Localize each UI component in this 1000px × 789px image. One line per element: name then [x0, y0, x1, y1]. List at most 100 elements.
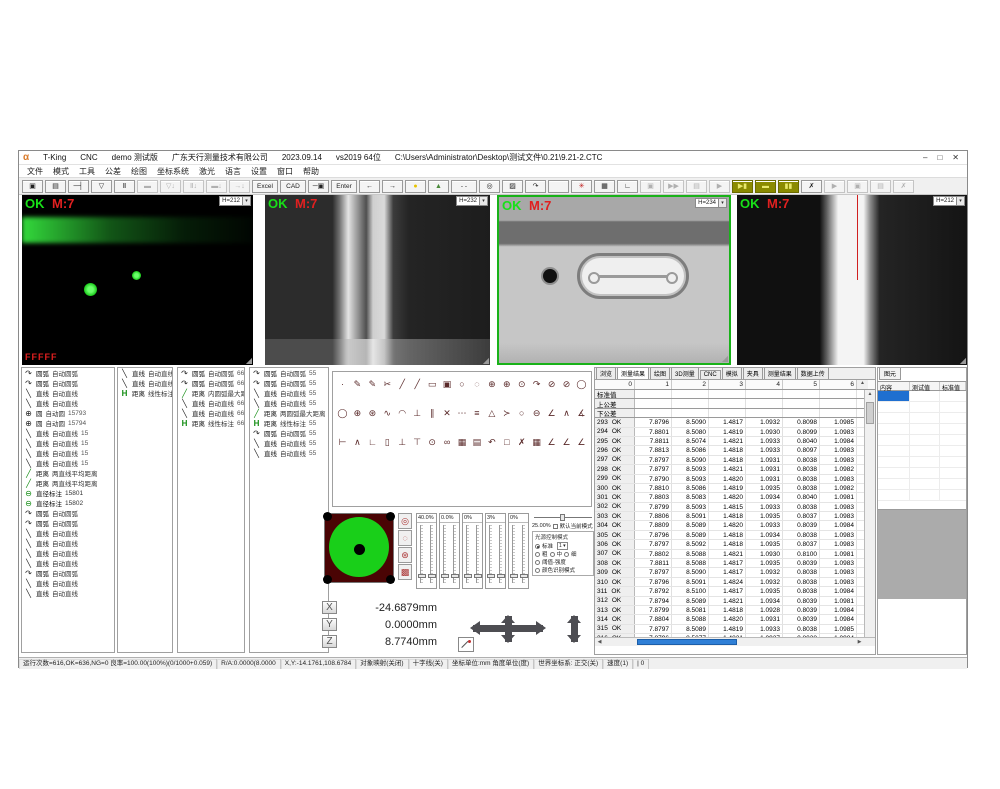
radio-color[interactable]	[535, 568, 540, 573]
light-slider[interactable]	[453, 525, 456, 583]
table-row[interactable]: 310OK 7.8796 8.5091 1.4824 1.0932 0.8038…	[595, 578, 875, 587]
ring-light-icon[interactable]: ⊛	[398, 547, 412, 563]
default-mode-checkbox[interactable]	[553, 524, 558, 529]
list-item[interactable]: 直线自动直线34	[118, 368, 172, 378]
tool-icon[interactable]: ✎	[352, 378, 363, 390]
list-item[interactable]: 直线自动直线34	[118, 378, 172, 388]
list-item[interactable]: 直线自动直线15	[22, 458, 114, 468]
toolbar-button[interactable]: ▦	[594, 180, 615, 193]
tool-icon[interactable]: △	[486, 407, 497, 419]
chevron-down-icon[interactable]: ▾	[479, 197, 487, 205]
chevron-down-icon[interactable]: ▾	[242, 197, 250, 205]
maximize-button[interactable]: □	[937, 153, 942, 162]
tool-icon[interactable]: ▤	[471, 436, 482, 448]
list-item[interactable]: 直径标注15802	[22, 498, 114, 508]
tool-icon[interactable]: ∠	[576, 436, 587, 448]
close-button[interactable]: ✕	[952, 153, 959, 162]
level-select[interactable]: 1 ▾	[557, 542, 568, 550]
table-row[interactable]: 296OK 7.8813 8.5086 1.4818 1.0933 0.8097…	[595, 446, 875, 455]
slider-thumb[interactable]	[428, 574, 436, 578]
tool-icon[interactable]: ✗	[516, 436, 527, 448]
slider-thumb[interactable]	[464, 574, 472, 578]
toolbar-button[interactable]: ▶	[709, 180, 730, 193]
table-row[interactable]: 307OK 7.8802 8.5088 1.4821 1.0930 0.8100…	[595, 550, 875, 559]
tool-icon[interactable]: ✎	[367, 378, 378, 390]
list-item[interactable]: 直线自动直线15	[22, 428, 114, 438]
toolbar-button[interactable]: ▣	[847, 180, 868, 193]
toolbar-button[interactable]: ▮▮	[778, 180, 799, 193]
selected-cell[interactable]	[878, 391, 910, 401]
camera-view-3-selected[interactable]: OK M:7 H=234▾ ◢	[497, 195, 731, 365]
slider-thumb[interactable]	[441, 574, 449, 578]
slider-thumb[interactable]	[451, 574, 459, 578]
toolbar-button[interactable]: Ⅱ↓	[183, 180, 204, 193]
tool-icon[interactable]: ✕	[442, 407, 453, 419]
menu-item[interactable]: 公差	[105, 166, 121, 177]
resize-grip-icon[interactable]: ◢	[483, 356, 489, 365]
camera-height-select[interactable]: H=212▾	[933, 196, 965, 206]
toolbar-button[interactable]: ▨	[502, 180, 523, 193]
table-row[interactable]: 308OK 7.8811 8.5088 1.4817 1.0935 0.8039…	[595, 559, 875, 568]
list-item[interactable]: 圆弧自动圆弧66	[178, 378, 244, 388]
camera-height-select[interactable]: H=232▾	[456, 196, 488, 206]
results-tab[interactable]: 模拟	[722, 367, 742, 379]
table-row[interactable]: 313OK 7.8799 8.5081 1.4818 1.0928 0.8039…	[595, 606, 875, 615]
table-spec-row[interactable]: 标准值	[595, 390, 875, 399]
scroll-up-icon[interactable]: ▲	[865, 390, 875, 399]
camera-view-1[interactable]: OK M:7 H=212▾ FFFFF ◢	[22, 195, 253, 365]
table-row[interactable]: 299OK 7.8790 8.5093 1.4820 1.0931 0.8038…	[595, 475, 875, 484]
light-slider[interactable]	[430, 525, 433, 583]
menu-item[interactable]: 设置	[251, 166, 267, 177]
tool-icon[interactable]: ≻	[501, 407, 512, 419]
camera-view-2[interactable]: OK M:7 H=232▾ ◢	[265, 195, 490, 365]
list-item[interactable]: 距离两直线平均距离	[22, 478, 114, 488]
toolbar-button[interactable]: ▲	[428, 180, 449, 193]
toolbar-button[interactable]: ▣	[22, 180, 43, 193]
table-row[interactable]: 295OK 7.8811 8.5074 1.4821 1.0933 0.8040…	[595, 437, 875, 446]
toolbar-button[interactable]: ▤	[686, 180, 707, 193]
tool-icon[interactable]: ⊖	[531, 407, 542, 419]
tool-icon[interactable]: ⊥	[397, 436, 408, 448]
toolbar-button[interactable]: ▶	[824, 180, 845, 193]
joystick-pad[interactable]	[324, 513, 394, 583]
list-item[interactable]: 圆弧自动圆弧	[22, 368, 114, 378]
minimize-button[interactable]: –	[923, 153, 927, 162]
tool-icon[interactable]: ∞	[442, 436, 453, 448]
menu-item[interactable]: 绘图	[131, 166, 147, 177]
results-tab[interactable]: 测量结果	[764, 367, 796, 379]
tool-icon[interactable]: ⋯	[457, 407, 468, 419]
list-item[interactable]: 圆弧自动圆弧	[22, 378, 114, 388]
tool-icon[interactable]: ╱	[397, 378, 408, 390]
toolbar-button[interactable]: ▶▶	[663, 180, 684, 193]
scrollbar-thumb[interactable]	[637, 639, 737, 645]
results-tab[interactable]: 3D测量	[671, 367, 699, 379]
tool-icon[interactable]: ◠	[397, 407, 408, 419]
list-item[interactable]: 直线自动直线	[22, 578, 114, 588]
list-item[interactable]: 圆弧自动圆弧	[22, 518, 114, 528]
tool-icon[interactable]: ⊘	[546, 378, 557, 390]
menu-item[interactable]: 激光	[199, 166, 215, 177]
table-spec-row[interactable]: 上公差	[595, 399, 875, 408]
tool-icon[interactable]: ▭	[427, 378, 438, 390]
list-item[interactable]: 距离线性标注55	[250, 418, 328, 428]
scrollbar-thumb[interactable]	[866, 402, 874, 424]
list-item[interactable]: 圆自动圆15793	[22, 408, 114, 418]
list-item[interactable]: 距离线性标注66	[178, 418, 244, 428]
ring-light-icon[interactable]: ◎	[398, 513, 412, 529]
toolbar-button[interactable]: →	[382, 180, 403, 193]
list-item[interactable]: 圆弧自动圆弧66	[178, 368, 244, 378]
toolbar-button[interactable]	[548, 180, 569, 193]
toolbar-button[interactable]: ✳	[571, 180, 592, 193]
scroll-right-icon[interactable]: ▶	[855, 638, 864, 646]
list-item[interactable]: 直线自动直线	[22, 398, 114, 408]
tool-icon[interactable]: ∠	[546, 407, 557, 419]
radio-standard[interactable]	[535, 544, 540, 549]
radio-coarse[interactable]	[535, 552, 540, 557]
jog-z-arrow[interactable]	[571, 616, 578, 642]
toolbar-button[interactable]: ▬↓	[206, 180, 227, 193]
tool-icon[interactable]: ↶	[486, 436, 497, 448]
list-item[interactable]: 直线自动直线66	[178, 398, 244, 408]
chevron-down-icon[interactable]: ▾	[956, 197, 964, 205]
results-tab[interactable]: 绘图	[650, 367, 670, 379]
menu-item[interactable]: 模式	[53, 166, 69, 177]
